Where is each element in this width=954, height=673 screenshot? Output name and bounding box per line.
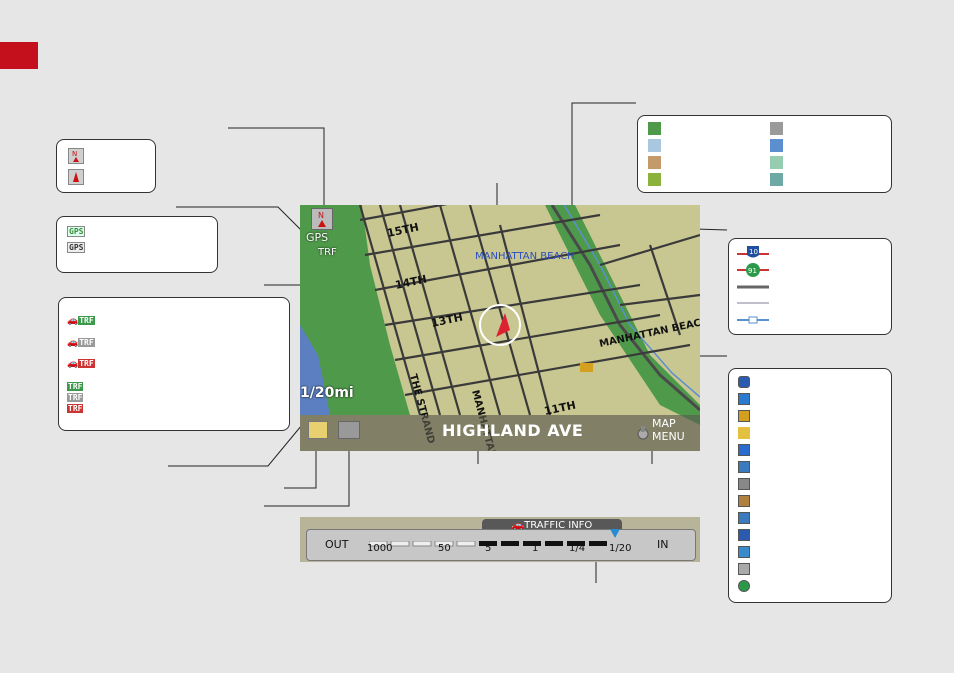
- color-swatch: [770, 156, 783, 169]
- bus-stop-icon: [738, 546, 750, 558]
- current-street: HIGHLAND AVE: [442, 421, 584, 440]
- gps-active-icon: GPS: [67, 226, 86, 237]
- map-menu-line2: MENU: [652, 430, 685, 443]
- lodging-icon: [738, 495, 750, 507]
- traffic-legend-box: 🚗TRF 🚗TRF 🚗TRF TRF TRF TRF: [58, 297, 290, 431]
- heading-up-icon: [68, 169, 84, 185]
- trf-red-icon: 🚗TRF: [67, 358, 95, 368]
- north-up-icon: N: [68, 148, 84, 164]
- hospital-icon: [738, 529, 750, 541]
- svg-text:10: 10: [749, 248, 758, 256]
- city-label: MANHATTAN BEACH: [475, 251, 575, 262]
- parking-icon: [738, 444, 750, 456]
- zoom-tick: 1000: [367, 543, 393, 554]
- section-tab: [0, 42, 38, 69]
- poi-legend-box: [728, 368, 892, 603]
- zoom-segments: [368, 534, 619, 547]
- atm-icon: [738, 376, 750, 388]
- message-icon[interactable]: [308, 421, 328, 439]
- street-label-13th: 13TH: [430, 311, 464, 330]
- navigation-map[interactable]: 15TH 14TH 13TH 11TH THE STRAND MANHATTAN…: [300, 205, 700, 451]
- information-icon: [738, 580, 750, 592]
- trf-gray-icon: 🚗TRF: [67, 337, 95, 347]
- restaurant-icon: [738, 563, 750, 575]
- trf-green-icon: 🚗TRF: [67, 315, 95, 325]
- gas-station-icon: [738, 427, 750, 439]
- svg-text:91: 91: [748, 267, 757, 275]
- map-scale: 1/20mi: [300, 385, 354, 401]
- trf-indicator: TRF: [318, 247, 337, 258]
- map-menu-line1: MAP: [652, 417, 676, 430]
- color-swatch: [770, 173, 783, 186]
- svg-text:N: N: [318, 211, 324, 220]
- dealer-icon: [738, 478, 750, 490]
- train-station-icon: [738, 512, 750, 524]
- parking-garage-icon: [738, 461, 750, 473]
- map-color-legend: [637, 115, 892, 193]
- joystick-icon: [636, 424, 650, 440]
- street-label-15th: 15TH: [386, 221, 420, 240]
- gps-indicator: GPS: [306, 231, 329, 244]
- trf-off-red-icon: TRF: [67, 404, 84, 413]
- color-swatch: [648, 173, 661, 186]
- compass-icon[interactable]: N: [311, 208, 333, 230]
- zoom-tick: 1: [532, 543, 539, 554]
- zoom-level-marker: [610, 525, 620, 538]
- zoom-out-label[interactable]: OUT: [325, 538, 348, 551]
- atm-machine-icon: [738, 410, 750, 422]
- zoom-in-label[interactable]: IN: [657, 538, 668, 551]
- color-swatch: [648, 122, 661, 135]
- zoom-tick: 1/20: [609, 543, 632, 554]
- color-swatch: [648, 139, 661, 152]
- gps-inactive-icon: GPS: [67, 242, 86, 253]
- traffic-info-panel: 🚗TRAFFIC INFO OUT IN 1000 50 5 1 1/4 1/2…: [300, 517, 700, 562]
- zoom-tick: 5: [485, 543, 492, 554]
- svg-text:N: N: [72, 150, 77, 158]
- traffic-alert-icon[interactable]: [338, 421, 360, 439]
- zoom-scale-bar[interactable]: OUT IN 1000 50 5 1 1/4 1/20: [306, 529, 696, 561]
- restroom-icon: [738, 393, 750, 405]
- zoom-tick: 1/4: [569, 543, 586, 554]
- road-legend-box: 10 91: [728, 238, 892, 335]
- heading-legend-box: N: [56, 139, 156, 193]
- zoom-tick: 50: [438, 543, 451, 554]
- color-swatch: [648, 156, 661, 169]
- road-type-icons: 10 91: [737, 246, 769, 324]
- map-menu-button[interactable]: MAP MENU: [652, 417, 685, 443]
- color-swatch: [770, 122, 783, 135]
- color-swatch: [770, 139, 783, 152]
- gps-legend-box: GPS GPS: [56, 216, 218, 273]
